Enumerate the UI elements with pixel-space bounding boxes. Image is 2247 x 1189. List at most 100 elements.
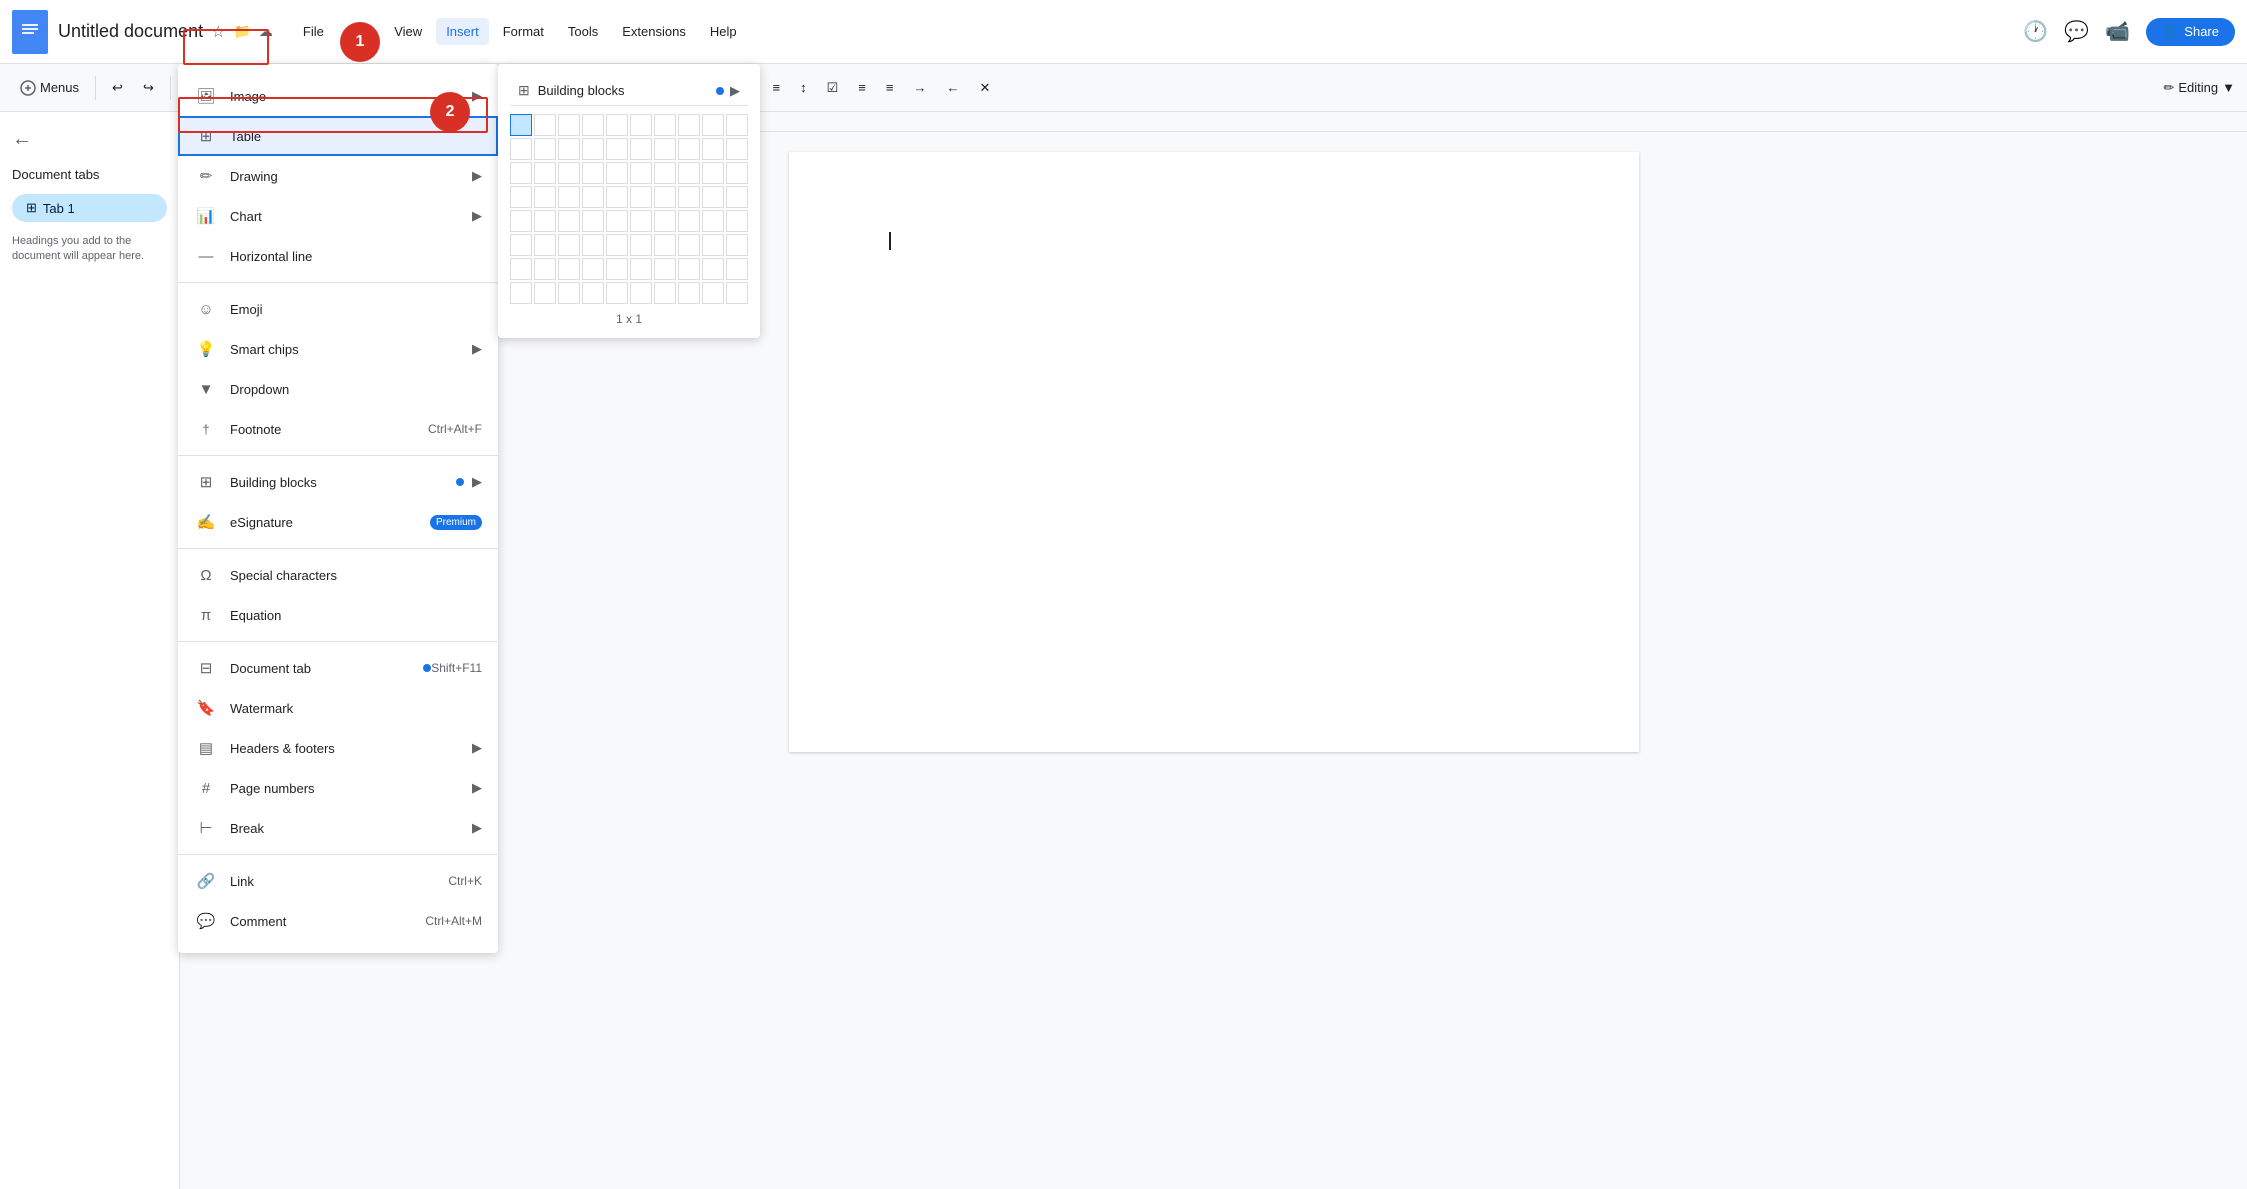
menu-format[interactable]: Format — [493, 18, 554, 45]
table-cell-1-5[interactable] — [630, 138, 652, 160]
outdent-button[interactable]: ← — [938, 76, 967, 99]
table-cell-3-1[interactable] — [534, 186, 556, 208]
table-cell-5-8[interactable] — [702, 234, 724, 256]
redo-button[interactable]: ↪ — [135, 76, 162, 100]
table-cell-5-5[interactable] — [630, 234, 652, 256]
menu-file[interactable]: File — [293, 18, 334, 45]
table-cell-2-6[interactable] — [654, 162, 676, 184]
table-cell-1-9[interactable] — [726, 138, 748, 160]
table-cell-7-1[interactable] — [534, 282, 556, 304]
table-cell-5-6[interactable] — [654, 234, 676, 256]
table-cell-6-6[interactable] — [654, 258, 676, 280]
table-cell-2-1[interactable] — [534, 162, 556, 184]
table-cell-6-5[interactable] — [630, 258, 652, 280]
table-cell-7-2[interactable] — [558, 282, 580, 304]
checklist-button[interactable]: ☑ — [819, 76, 847, 100]
table-cell-6-2[interactable] — [558, 258, 580, 280]
align-button[interactable]: ≡ — [765, 76, 789, 99]
insert-building-blocks-row[interactable]: ⊞ Building blocks ▶ — [178, 462, 498, 502]
table-cell-2-3[interactable] — [582, 162, 604, 184]
toolbar-menus[interactable]: Menus — [12, 76, 87, 100]
table-cell-6-3[interactable] — [582, 258, 604, 280]
insert-watermark-row[interactable]: 🔖 Watermark — [178, 688, 498, 728]
table-cell-2-0[interactable] — [510, 162, 532, 184]
table-cell-2-8[interactable] — [702, 162, 724, 184]
table-cell-0-2[interactable] — [558, 114, 580, 136]
video-icon[interactable]: 📹 — [2105, 19, 2130, 44]
sidebar-tab-1[interactable]: ⊞ Tab 1 — [12, 194, 167, 222]
insert-esignature-row[interactable]: ✍ eSignature Premium — [178, 502, 498, 542]
folder-icon[interactable]: 📁 — [233, 23, 250, 40]
insert-equation-row[interactable]: π Equation — [178, 595, 498, 635]
table-cell-6-7[interactable] — [678, 258, 700, 280]
share-button[interactable]: 👤Share — [2146, 18, 2235, 46]
table-cell-5-7[interactable] — [678, 234, 700, 256]
doc-title[interactable]: Untitled document — [58, 21, 203, 42]
sidebar-back-button[interactable]: ← — [12, 128, 167, 151]
table-cell-7-9[interactable] — [726, 282, 748, 304]
table-cell-2-7[interactable] — [678, 162, 700, 184]
menu-help[interactable]: Help — [700, 18, 747, 45]
editing-mode[interactable]: ✏ Editing ▼ — [2163, 80, 2235, 96]
table-cell-5-9[interactable] — [726, 234, 748, 256]
table-cell-3-4[interactable] — [606, 186, 628, 208]
menu-insert[interactable]: Insert — [436, 18, 489, 45]
table-cell-0-0[interactable] — [510, 114, 532, 136]
table-cell-1-0[interactable] — [510, 138, 532, 160]
insert-smart-chips-row[interactable]: 💡 Smart chips ▶ — [178, 329, 498, 369]
table-cell-0-7[interactable] — [678, 114, 700, 136]
table-cell-0-5[interactable] — [630, 114, 652, 136]
table-cell-2-4[interactable] — [606, 162, 628, 184]
table-cell-3-9[interactable] — [726, 186, 748, 208]
insert-emoji-row[interactable]: ☺ Emoji — [178, 289, 498, 329]
table-cell-7-0[interactable] — [510, 282, 532, 304]
table-cell-0-8[interactable] — [702, 114, 724, 136]
table-cell-2-9[interactable] — [726, 162, 748, 184]
table-cell-6-1[interactable] — [534, 258, 556, 280]
table-cell-7-5[interactable] — [630, 282, 652, 304]
insert-page-numbers-row[interactable]: # Page numbers ▶ — [178, 768, 498, 808]
table-cell-4-4[interactable] — [606, 210, 628, 232]
table-cell-7-7[interactable] — [678, 282, 700, 304]
table-cell-0-6[interactable] — [654, 114, 676, 136]
insert-dropdown-row[interactable]: ▼ Dropdown — [178, 369, 498, 409]
comment-icon[interactable]: 💬 — [2064, 19, 2089, 44]
table-cell-1-4[interactable] — [606, 138, 628, 160]
table-grid[interactable] — [510, 114, 748, 304]
table-cell-4-0[interactable] — [510, 210, 532, 232]
table-cell-5-2[interactable] — [558, 234, 580, 256]
table-cell-4-8[interactable] — [702, 210, 724, 232]
insert-special-chars-row[interactable]: Ω Special characters — [178, 555, 498, 595]
table-cell-5-1[interactable] — [534, 234, 556, 256]
table-cell-1-3[interactable] — [582, 138, 604, 160]
clear-format-button[interactable]: ✕ — [971, 76, 998, 100]
insert-comment-row[interactable]: 💬 Comment Ctrl+Alt+M — [178, 901, 498, 941]
table-cell-4-3[interactable] — [582, 210, 604, 232]
doc-page[interactable] — [789, 152, 1639, 752]
table-cell-0-1[interactable] — [534, 114, 556, 136]
star-icon[interactable]: ☆ — [211, 22, 225, 42]
table-cell-4-7[interactable] — [678, 210, 700, 232]
table-cell-6-0[interactable] — [510, 258, 532, 280]
table-cell-1-8[interactable] — [702, 138, 724, 160]
menu-extensions[interactable]: Extensions — [612, 18, 696, 45]
num-list-button[interactable]: ≡ — [878, 76, 902, 99]
table-cell-4-2[interactable] — [558, 210, 580, 232]
cloud-icon[interactable]: ☁ — [259, 23, 273, 40]
line-spacing-button[interactable]: ↕ — [792, 76, 815, 99]
table-cell-0-3[interactable] — [582, 114, 604, 136]
table-cell-2-5[interactable] — [630, 162, 652, 184]
insert-break-row[interactable]: ⊢ Break ▶ — [178, 808, 498, 848]
indent-button[interactable]: → — [905, 76, 934, 99]
insert-footnote-row[interactable]: † Footnote Ctrl+Alt+F — [178, 409, 498, 449]
table-cell-6-8[interactable] — [702, 258, 724, 280]
table-cell-7-4[interactable] — [606, 282, 628, 304]
undo-button[interactable]: ↩ — [104, 76, 131, 100]
table-cell-1-6[interactable] — [654, 138, 676, 160]
table-cell-4-6[interactable] — [654, 210, 676, 232]
table-cell-4-1[interactable] — [534, 210, 556, 232]
table-cell-7-3[interactable] — [582, 282, 604, 304]
insert-chart-row[interactable]: 📊 Chart ▶ — [178, 196, 498, 236]
table-cell-5-3[interactable] — [582, 234, 604, 256]
insert-drawing-row[interactable]: ✏ Drawing ▶ — [178, 156, 498, 196]
